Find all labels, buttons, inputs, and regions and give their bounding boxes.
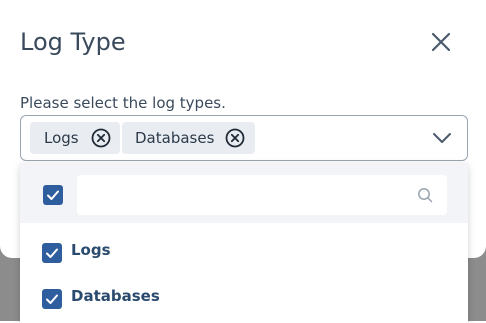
chip-remove-button[interactable] [91, 128, 111, 148]
option-label: Logs [71, 241, 111, 259]
dropdown-header [20, 163, 468, 223]
checkmark-icon [46, 294, 58, 304]
chip-label: Databases [135, 129, 215, 147]
select-all-checkbox[interactable] [43, 185, 63, 205]
modal-title: Log Type [20, 28, 126, 56]
checkmark-icon [47, 190, 59, 200]
log-type-dropdown: Logs Databases [20, 163, 468, 323]
log-type-select[interactable]: Logs Databases [20, 115, 468, 161]
chevron-down-icon [433, 133, 451, 143]
option-label: Databases [71, 287, 160, 305]
helper-label: Please select the log types. [20, 94, 226, 112]
option-checkbox[interactable] [42, 243, 62, 263]
option-databases[interactable]: Databases [20, 275, 468, 319]
option-logs[interactable]: Logs [20, 229, 468, 273]
chip-logs: Logs [30, 122, 120, 154]
circle-x-icon [225, 128, 245, 148]
close-button[interactable] [428, 29, 454, 55]
search-icon [418, 188, 433, 203]
close-icon [431, 32, 451, 52]
circle-x-icon [91, 128, 111, 148]
checkmark-icon [46, 248, 58, 258]
option-checkbox[interactable] [42, 289, 62, 309]
chip-databases: Databases [122, 122, 255, 154]
search-input[interactable] [77, 175, 447, 215]
chip-remove-button[interactable] [225, 128, 245, 148]
dropdown-toggle[interactable] [432, 130, 452, 146]
chip-label: Logs [44, 129, 79, 147]
